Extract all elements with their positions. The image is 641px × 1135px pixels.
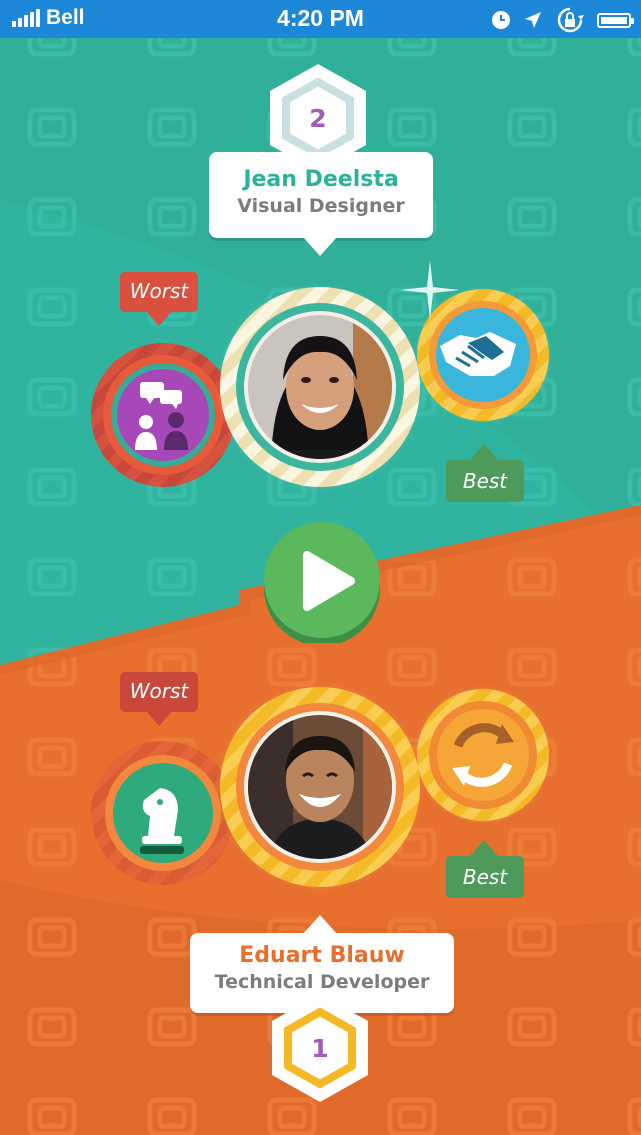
player-card-top: Jean Deelsta Visual Designer	[209, 152, 433, 238]
best-skill-bottom[interactable]	[410, 680, 560, 830]
play-button[interactable]	[261, 521, 383, 643]
rank-number-bottom: 1	[311, 1033, 329, 1063]
card-pointer-bottom	[302, 915, 338, 935]
alarm-icon	[492, 11, 510, 29]
status-right	[491, 7, 634, 33]
player-role-bottom: Technical Developer	[214, 971, 430, 993]
rank-badge-bottom: 1	[264, 992, 376, 1104]
worst-tag-top: Worst	[120, 272, 198, 312]
orientation-lock-icon	[557, 7, 584, 33]
status-bar: Bell 4:20 PM	[0, 0, 641, 38]
worst-tag-bottom: Worst	[120, 672, 198, 712]
best-tag-bottom: Best	[446, 856, 524, 898]
avatar-top[interactable]	[213, 280, 427, 494]
player-role-top: Visual Designer	[237, 195, 405, 217]
worst-pointer-top	[145, 310, 173, 326]
card-pointer-top	[302, 236, 338, 256]
duel-screen: Bell 4:20 PM 2 Jean Deelsta Visual Desig…	[0, 0, 641, 1135]
location-icon	[525, 12, 541, 28]
player-name-top: Jean Deelsta	[243, 167, 399, 192]
avatar-bottom[interactable]	[213, 680, 427, 894]
worst-pointer-bottom	[145, 710, 173, 726]
best-tag-top: Best	[446, 460, 524, 502]
player-name-bottom: Eduart Blauw	[239, 943, 405, 968]
battery-icon	[597, 12, 634, 28]
